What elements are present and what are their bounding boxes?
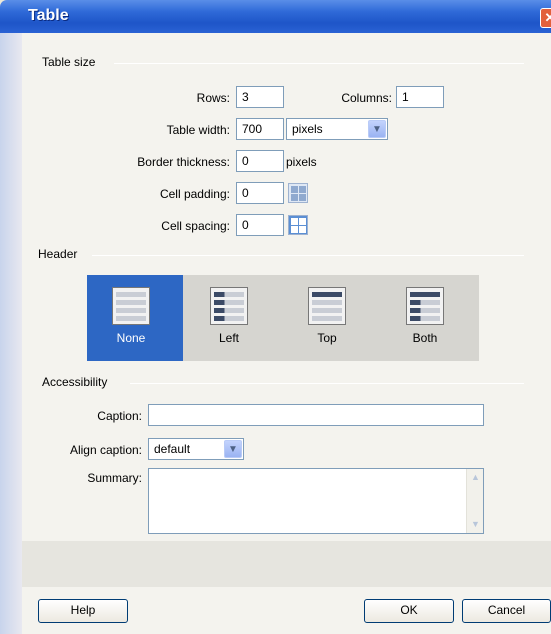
table-top-icon	[308, 287, 346, 325]
chevron-down-icon[interactable]: ▼	[224, 440, 242, 458]
ok-button[interactable]: OK	[364, 599, 454, 623]
border-thickness-input[interactable]: 0	[236, 150, 284, 172]
cell-padding-icon	[288, 183, 308, 203]
table-none-icon	[112, 287, 150, 325]
summary-label: Summary:	[87, 471, 142, 485]
header-heading: Header	[38, 247, 78, 261]
title-bar: Table ✕	[0, 0, 551, 33]
rows-label: Rows:	[196, 91, 230, 105]
cell-spacing-input[interactable]: 0	[236, 214, 284, 236]
columns-input[interactable]: 1	[396, 86, 444, 108]
dialog-body: Table size Rows: 3 Columns: 1 Table widt…	[22, 33, 551, 634]
section-divider	[130, 383, 524, 384]
align-caption-label: Align caption:	[69, 443, 142, 457]
header-option-label: Top	[317, 331, 337, 345]
header-options: None Left Top Both	[87, 275, 479, 361]
chevron-down-icon[interactable]: ▼	[368, 120, 386, 138]
border-unit-label: pixels	[286, 155, 317, 169]
align-caption-select[interactable]: default ▼	[148, 438, 244, 460]
scroll-down-icon[interactable]: ▼	[468, 517, 483, 532]
footer-band	[22, 541, 551, 587]
cancel-button[interactable]: Cancel	[462, 599, 551, 623]
scroll-up-icon[interactable]: ▲	[468, 470, 483, 485]
dialog-title: Table	[28, 7, 69, 24]
header-option-label: Both	[412, 331, 438, 345]
section-divider	[114, 63, 524, 64]
cell-padding-label: Cell padding:	[159, 187, 230, 201]
close-icon[interactable]: ✕	[540, 8, 551, 28]
align-caption-value: default	[154, 442, 191, 456]
header-option-top[interactable]: Top	[283, 275, 379, 361]
table-left-icon	[210, 287, 248, 325]
header-option-label: None	[116, 331, 146, 345]
border-thickness-label: Border thickness:	[137, 155, 230, 169]
header-option-none[interactable]: None	[87, 275, 183, 361]
table-size-heading: Table size	[42, 55, 96, 69]
header-option-label: Left	[218, 331, 239, 345]
columns-label: Columns:	[341, 91, 392, 105]
rows-input[interactable]: 3	[236, 86, 284, 108]
caption-label: Caption:	[97, 409, 142, 423]
window-frame	[0, 33, 22, 634]
accessibility-heading: Accessibility	[42, 375, 108, 389]
section-divider	[92, 255, 524, 256]
header-option-left[interactable]: Left	[185, 275, 281, 361]
caption-input[interactable]	[148, 404, 484, 426]
help-button[interactable]: Help	[38, 599, 128, 623]
table-both-icon	[406, 287, 444, 325]
table-width-input[interactable]: 700	[236, 118, 284, 140]
header-option-both[interactable]: Both	[381, 275, 477, 361]
cell-spacing-label: Cell spacing:	[161, 219, 230, 233]
summary-textarea[interactable]: ▲ ▼	[148, 468, 484, 534]
table-width-label: Table width:	[166, 123, 230, 137]
width-unit-value: pixels	[292, 122, 323, 136]
cell-spacing-icon	[288, 215, 308, 235]
width-unit-select[interactable]: pixels ▼	[286, 118, 388, 140]
summary-scrollbar[interactable]: ▲ ▼	[466, 469, 483, 533]
cell-padding-input[interactable]: 0	[236, 182, 284, 204]
